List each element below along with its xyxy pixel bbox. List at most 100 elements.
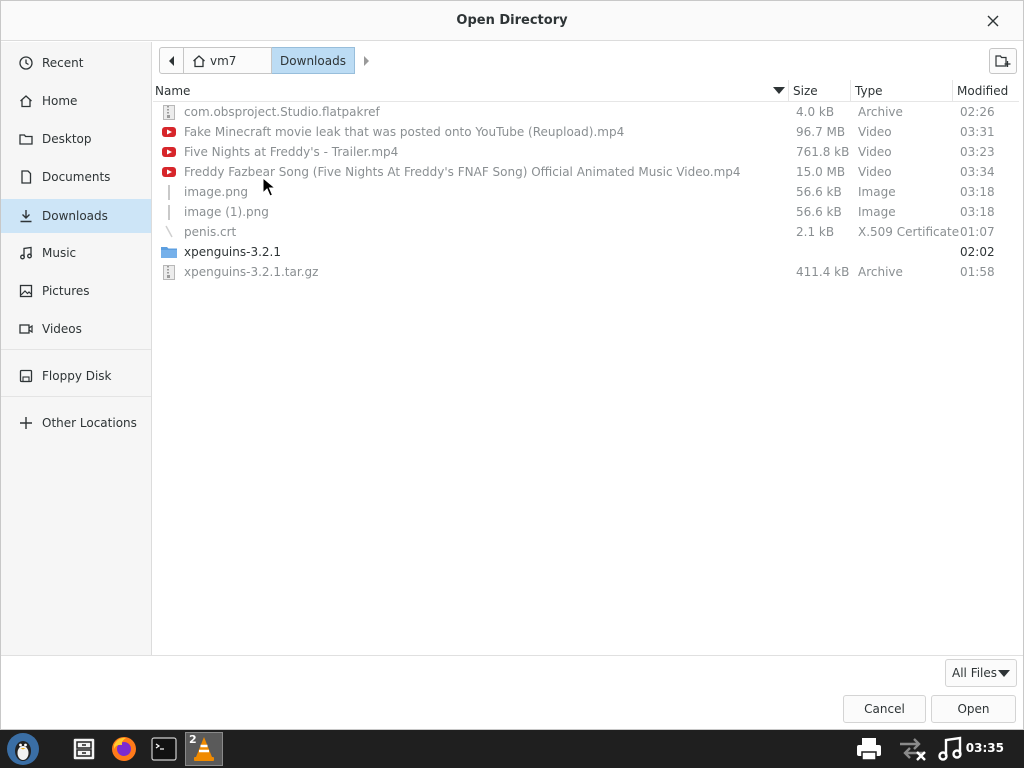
clock-icon bbox=[17, 54, 35, 72]
taskbar-vlc[interactable]: 2 bbox=[185, 732, 223, 766]
sidebar-separator bbox=[1, 396, 151, 397]
file-name: Five Nights at Freddy's - Trailer.mp4 bbox=[184, 145, 399, 159]
close-icon bbox=[987, 15, 999, 27]
file-name: image.png bbox=[184, 185, 249, 199]
image-file-icon bbox=[161, 204, 177, 220]
file-row[interactable]: penis.crt 2.1 kB X.509 Certificate 01:07 bbox=[153, 222, 1019, 242]
file-modified: 01:07 bbox=[960, 225, 995, 239]
printer-icon bbox=[857, 738, 881, 761]
sidebar-item-videos[interactable]: Videos bbox=[1, 313, 151, 345]
file-row[interactable]: Five Nights at Freddy's - Trailer.mp4 76… bbox=[153, 142, 1019, 162]
cancel-button[interactable]: Cancel bbox=[843, 695, 926, 723]
video-file-icon bbox=[161, 164, 177, 180]
plus-icon bbox=[17, 414, 35, 432]
video-file-icon bbox=[161, 124, 177, 140]
file-modified: 03:18 bbox=[960, 205, 995, 219]
file-type: Image bbox=[858, 185, 896, 199]
file-name: xpenguins-3.2.1 bbox=[184, 245, 281, 259]
open-button[interactable]: Open bbox=[931, 695, 1016, 723]
file-row[interactable]: Fake Minecraft movie leak that was poste… bbox=[153, 122, 1019, 142]
path-forward-button[interactable] bbox=[355, 47, 377, 74]
chevron-right-icon bbox=[364, 55, 369, 66]
titlebar: Open Directory bbox=[1, 1, 1023, 41]
sidebar-item-floppy-disk[interactable]: Floppy Disk bbox=[1, 360, 151, 392]
file-type: Archive bbox=[858, 265, 903, 279]
file-size: 96.7 MB bbox=[796, 125, 846, 139]
start-menu-button[interactable] bbox=[2, 732, 44, 766]
sidebar-item-recent[interactable]: Recent bbox=[1, 47, 151, 79]
sidebar-item-label: Pictures bbox=[42, 284, 90, 298]
tray-volume[interactable] bbox=[934, 732, 966, 766]
path-downloads-button[interactable]: Downloads bbox=[272, 47, 355, 74]
sort-down-icon bbox=[773, 87, 785, 94]
file-cabinet-icon bbox=[72, 737, 96, 761]
file-row[interactable]: image.png 56.6 kB Image 03:18 bbox=[153, 182, 1019, 202]
sidebar-item-pictures[interactable]: Pictures bbox=[1, 275, 151, 307]
file-row[interactable]: xpenguins-3.2.1.tar.gz 411.4 kB Archive … bbox=[153, 262, 1019, 282]
taskbar-clock[interactable]: 03:35 bbox=[966, 741, 1004, 755]
taskbar: 2 03:35 bbox=[0, 730, 1024, 768]
file-name: Fake Minecraft movie leak that was poste… bbox=[184, 125, 625, 139]
archive-icon bbox=[161, 264, 177, 280]
column-header-modified[interactable]: Modified bbox=[952, 80, 1019, 102]
chevron-down-icon bbox=[998, 670, 1010, 677]
file-name: xpenguins-3.2.1.tar.gz bbox=[184, 265, 319, 279]
file-filter-label: All Files bbox=[952, 666, 998, 680]
sidebar-item-desktop[interactable]: Desktop bbox=[1, 123, 151, 155]
path-back-button[interactable] bbox=[159, 47, 184, 74]
path-home-button[interactable]: vm7 bbox=[184, 47, 272, 74]
path-bar: vm7 Downloads bbox=[159, 47, 377, 74]
column-header-size[interactable]: Size bbox=[788, 80, 850, 102]
file-modified: 02:02 bbox=[960, 245, 995, 259]
file-name: com.obsproject.Studio.flatpakref bbox=[184, 105, 380, 119]
sidebar-item-home[interactable]: Home bbox=[1, 85, 151, 117]
folder-icon bbox=[17, 130, 35, 148]
sidebar-item-downloads[interactable]: Downloads bbox=[1, 199, 151, 233]
music-icon bbox=[17, 244, 35, 262]
taskbar-firefox[interactable] bbox=[107, 732, 141, 766]
file-row[interactable]: image (1).png 56.6 kB Image 03:18 bbox=[153, 202, 1019, 222]
file-size: 56.6 kB bbox=[796, 205, 842, 219]
sidebar-item-documents[interactable]: Documents bbox=[1, 161, 151, 193]
path-home-label: vm7 bbox=[210, 53, 237, 68]
footer-separator bbox=[1, 655, 1023, 656]
floppy-icon bbox=[17, 367, 35, 385]
places-sidebar: Recent Home Desktop Documents Downloads … bbox=[1, 42, 152, 655]
sidebar-item-label: Desktop bbox=[42, 132, 92, 146]
home-icon bbox=[17, 92, 35, 110]
file-modified: 01:58 bbox=[960, 265, 995, 279]
tray-network[interactable] bbox=[894, 732, 930, 766]
file-type: Image bbox=[858, 205, 896, 219]
chevron-left-icon bbox=[168, 55, 174, 66]
file-row[interactable]: com.obsproject.Studio.flatpakref 4.0 kB … bbox=[153, 102, 1019, 122]
column-header-name[interactable]: Name bbox=[155, 80, 789, 102]
file-modified: 03:34 bbox=[960, 165, 995, 179]
sidebar-item-other-locations[interactable]: Other Locations bbox=[1, 407, 151, 439]
create-folder-button[interactable] bbox=[989, 48, 1017, 74]
sidebar-item-music[interactable]: Music bbox=[1, 237, 151, 269]
image-file-icon bbox=[161, 184, 177, 200]
folder-row[interactable]: xpenguins-3.2.1 02:02 bbox=[153, 242, 1019, 262]
sidebar-item-label: Other Locations bbox=[42, 416, 137, 430]
file-modified: 03:18 bbox=[960, 185, 995, 199]
path-current-label: Downloads bbox=[280, 53, 346, 68]
archive-icon bbox=[161, 104, 177, 120]
file-size: 411.4 kB bbox=[796, 265, 850, 279]
home-icon bbox=[193, 54, 205, 67]
file-list: Name Size Type Modified com.obsproject.S… bbox=[153, 80, 1019, 655]
window-count-badge: 2 bbox=[189, 733, 197, 746]
open-directory-dialog: Open Directory Recent Home Desktop Docum… bbox=[0, 0, 1024, 730]
tray-printer[interactable] bbox=[852, 732, 886, 766]
folder-icon bbox=[161, 244, 177, 260]
file-filter-dropdown[interactable]: All Files bbox=[945, 659, 1017, 687]
file-name: penis.crt bbox=[184, 225, 237, 239]
close-button[interactable] bbox=[981, 9, 1005, 33]
file-size: 56.6 kB bbox=[796, 185, 842, 199]
penguin-logo-icon bbox=[7, 733, 39, 765]
file-type: Video bbox=[858, 145, 892, 159]
taskbar-terminal[interactable] bbox=[148, 732, 180, 766]
column-header-type[interactable]: Type bbox=[850, 80, 952, 102]
taskbar-file-manager[interactable] bbox=[68, 732, 100, 766]
file-row[interactable]: Freddy Fazbear Song (Five Nights At Fred… bbox=[153, 162, 1019, 182]
file-size: 2.1 kB bbox=[796, 225, 835, 239]
